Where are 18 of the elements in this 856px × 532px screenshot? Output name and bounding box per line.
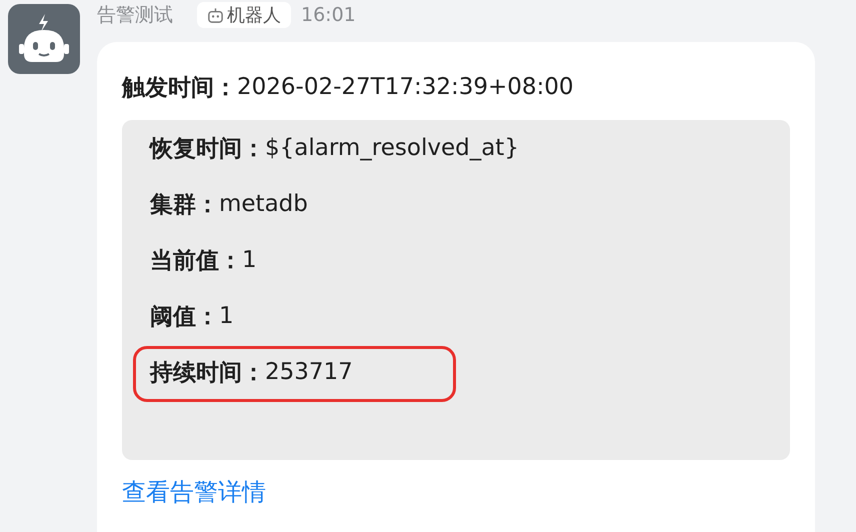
field-label: 持续时间： — [150, 358, 265, 388]
field-label: 阈值： — [150, 302, 219, 332]
field-value: 1 — [242, 247, 257, 273]
robot-avatar-icon[interactable] — [8, 4, 80, 74]
field-label: 恢复时间： — [150, 134, 265, 164]
field-value: 253717 — [265, 359, 353, 385]
field-label: 触发时间： — [122, 74, 237, 102]
message-time: 16:01 — [301, 4, 356, 26]
sender-name: 告警测试 — [97, 3, 173, 28]
bot-badge: 机器人 — [197, 2, 291, 28]
field-value: ${alarm_resolved_at} — [265, 135, 519, 161]
field-value: 1 — [219, 303, 234, 329]
alert-details-link[interactable]: 查看告警详情 — [122, 476, 266, 508]
field-label: 当前值： — [150, 246, 242, 276]
robot-icon — [207, 6, 224, 24]
field-value: 2026-02-27T17:32:39+08:00 — [237, 74, 574, 100]
field-value: metadb — [219, 191, 308, 217]
field-label: 集群： — [150, 190, 219, 220]
